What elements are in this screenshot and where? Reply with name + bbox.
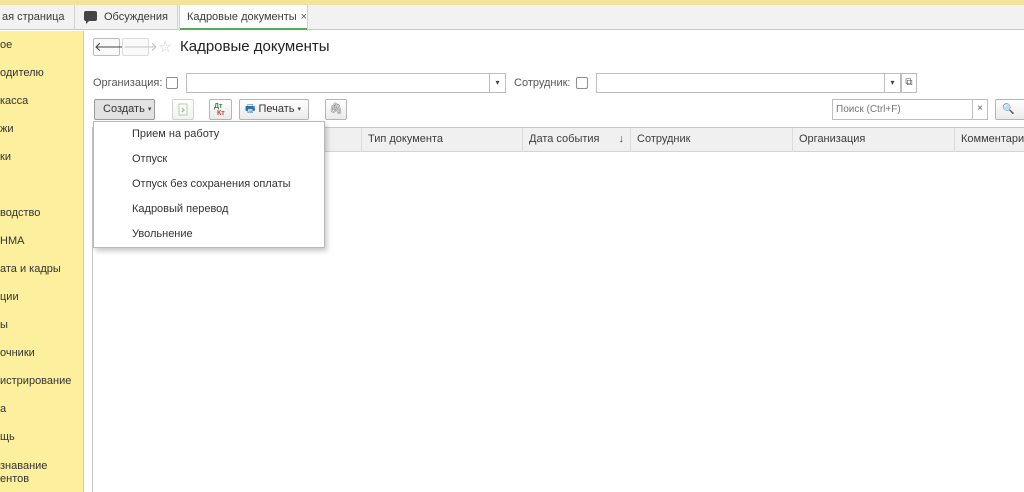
sidebar-item-label: ата и кадры	[0, 263, 61, 275]
sidebar-item-label: знавание	[0, 460, 48, 472]
chevron-down-icon[interactable]: ▾	[489, 74, 505, 92]
menu-item-dismissal[interactable]: Увольнение	[94, 222, 324, 247]
back-button[interactable]: 🡐	[93, 38, 129, 56]
chevron-down-icon[interactable]: ▾	[884, 74, 900, 92]
employee-label: Сотрудник:	[514, 77, 571, 89]
column-header-label: Сотрудник	[637, 133, 691, 145]
sidebar-item-label: водство	[0, 207, 41, 219]
sort-desc-icon: ↓	[618, 133, 625, 145]
chevron-down-icon: ▾	[147, 106, 152, 113]
tab-hr-documents[interactable]: Кадровые документы ×	[179, 5, 308, 31]
column-header-label: Дата события	[529, 133, 600, 145]
column-header-event-date[interactable]: Дата события ↓	[523, 128, 631, 152]
sidebar-item-label: ентов	[0, 473, 30, 485]
sidebar-item-label: ки	[0, 151, 11, 163]
copy-icon	[178, 103, 188, 116]
page-title: Кадровые документы	[180, 38, 330, 55]
organization-field[interactable]: ▾	[186, 73, 506, 93]
arrow-right-icon: 🡒	[123, 39, 158, 54]
tab-home[interactable]: ая страница	[0, 5, 75, 30]
copy-button[interactable]	[172, 99, 194, 120]
sidebar-item[interactable]: а	[0, 403, 6, 416]
sidebar-item-label: жи	[0, 123, 14, 135]
sidebar-item-label: истрирование	[0, 375, 72, 387]
dt-kt-button[interactable]: Дт Кт	[209, 99, 232, 120]
sidebar-item[interactable]: ата и кадры	[0, 263, 61, 276]
sidebar-item[interactable]: ции	[0, 291, 19, 304]
sidebar-item[interactable]: истрирование	[0, 375, 71, 388]
column-header-comment[interactable]: Комментарий	[955, 128, 1024, 152]
clear-icon[interactable]: ×	[972, 99, 988, 120]
menu-item-vacation[interactable]: Отпуск	[94, 147, 324, 172]
sidebar-item-label: одителю	[0, 67, 44, 79]
sidebar-item[interactable]: касса	[0, 95, 28, 108]
column-header-label: Тип документа	[368, 133, 444, 145]
sidebar-item[interactable]: одителю	[0, 67, 44, 80]
print-button-label: Печать	[258, 103, 295, 115]
close-icon[interactable]: ×	[301, 11, 307, 23]
column-header-doc-type[interactable]: Тип документа	[362, 128, 523, 152]
attach-button[interactable]: 🖇	[325, 99, 347, 120]
employee-checkbox[interactable]	[576, 77, 588, 89]
svg-text:Кт: Кт	[217, 110, 225, 117]
column-header-label: Комментарий	[961, 133, 1024, 145]
printer-icon: 🖶	[245, 103, 256, 115]
sidebar-item[interactable]: ое	[0, 39, 12, 52]
column-header-employee[interactable]: Сотрудник	[631, 128, 793, 152]
search-input[interactable]	[832, 99, 974, 120]
tab-discussions-label: Обсуждения	[104, 11, 168, 23]
sidebar-item-label: щь	[0, 431, 15, 443]
search-icon: 🔍	[1002, 104, 1015, 115]
menu-item-transfer[interactable]: Кадровый перевод	[94, 197, 324, 222]
sidebar-item[interactable]: ы	[0, 319, 8, 332]
menu-item-hire[interactable]: Прием на работу	[94, 122, 324, 147]
sidebar-item-label: ы	[0, 319, 8, 331]
paperclip-icon: 🖇	[329, 103, 343, 115]
sidebar-item[interactable]: жи	[0, 123, 14, 136]
sidebar-item-label: НМА	[0, 235, 25, 247]
chevron-down-icon: ▾	[297, 106, 302, 113]
column-header-organization[interactable]: Организация	[793, 128, 955, 152]
dt-kt-icon: Дт Кт	[214, 103, 225, 117]
sidebar-item[interactable]: знавание ентов	[0, 460, 47, 486]
svg-text:Дт: Дт	[214, 103, 223, 110]
menu-item-unpaid-leave[interactable]: Отпуск без сохранения оплаты	[94, 172, 324, 197]
organization-checkbox[interactable]	[166, 77, 178, 89]
active-tab-indicator	[180, 28, 307, 30]
open-icon[interactable]: ⧉	[901, 73, 917, 93]
employee-field[interactable]: ▾	[596, 73, 901, 93]
chat-icon	[84, 11, 97, 24]
sidebar-item[interactable]: очники	[0, 347, 35, 360]
search-button[interactable]: 🔍	[995, 99, 1024, 120]
create-button[interactable]: Создать ▾	[94, 99, 155, 120]
star-icon[interactable]: ☆	[158, 37, 172, 57]
sidebar-item[interactable]: НМА	[0, 235, 24, 248]
sidebar: ое одителю касса жи ки водство НМА ата и…	[0, 31, 84, 492]
tab-home-label: ая страница	[2, 11, 65, 23]
column-header-label: Организация	[799, 133, 866, 145]
sidebar-item-label: ции	[0, 291, 19, 303]
create-menu: Прием на работу Отпуск Отпуск без сохран…	[93, 121, 325, 248]
organization-label: Организация:	[93, 77, 163, 89]
sidebar-item-label: касса	[0, 95, 29, 107]
sidebar-item-label: ое	[0, 39, 13, 51]
print-button[interactable]: 🖶 Печать ▾	[239, 99, 309, 120]
sidebar-item-label: а	[0, 403, 7, 415]
sidebar-item[interactable]: ки	[0, 151, 11, 164]
sidebar-item[interactable]: щь	[0, 431, 15, 444]
sidebar-item-label: очники	[0, 347, 35, 359]
forward-button[interactable]: 🡒	[122, 38, 158, 56]
tab-bar: ая страница Обсуждения Кадровые документ…	[0, 5, 1024, 31]
tab-discussions[interactable]: Обсуждения	[76, 5, 178, 30]
sidebar-item[interactable]: водство	[0, 207, 40, 220]
tab-hr-documents-label: Кадровые документы	[187, 11, 297, 23]
create-button-label: Создать	[103, 103, 145, 115]
